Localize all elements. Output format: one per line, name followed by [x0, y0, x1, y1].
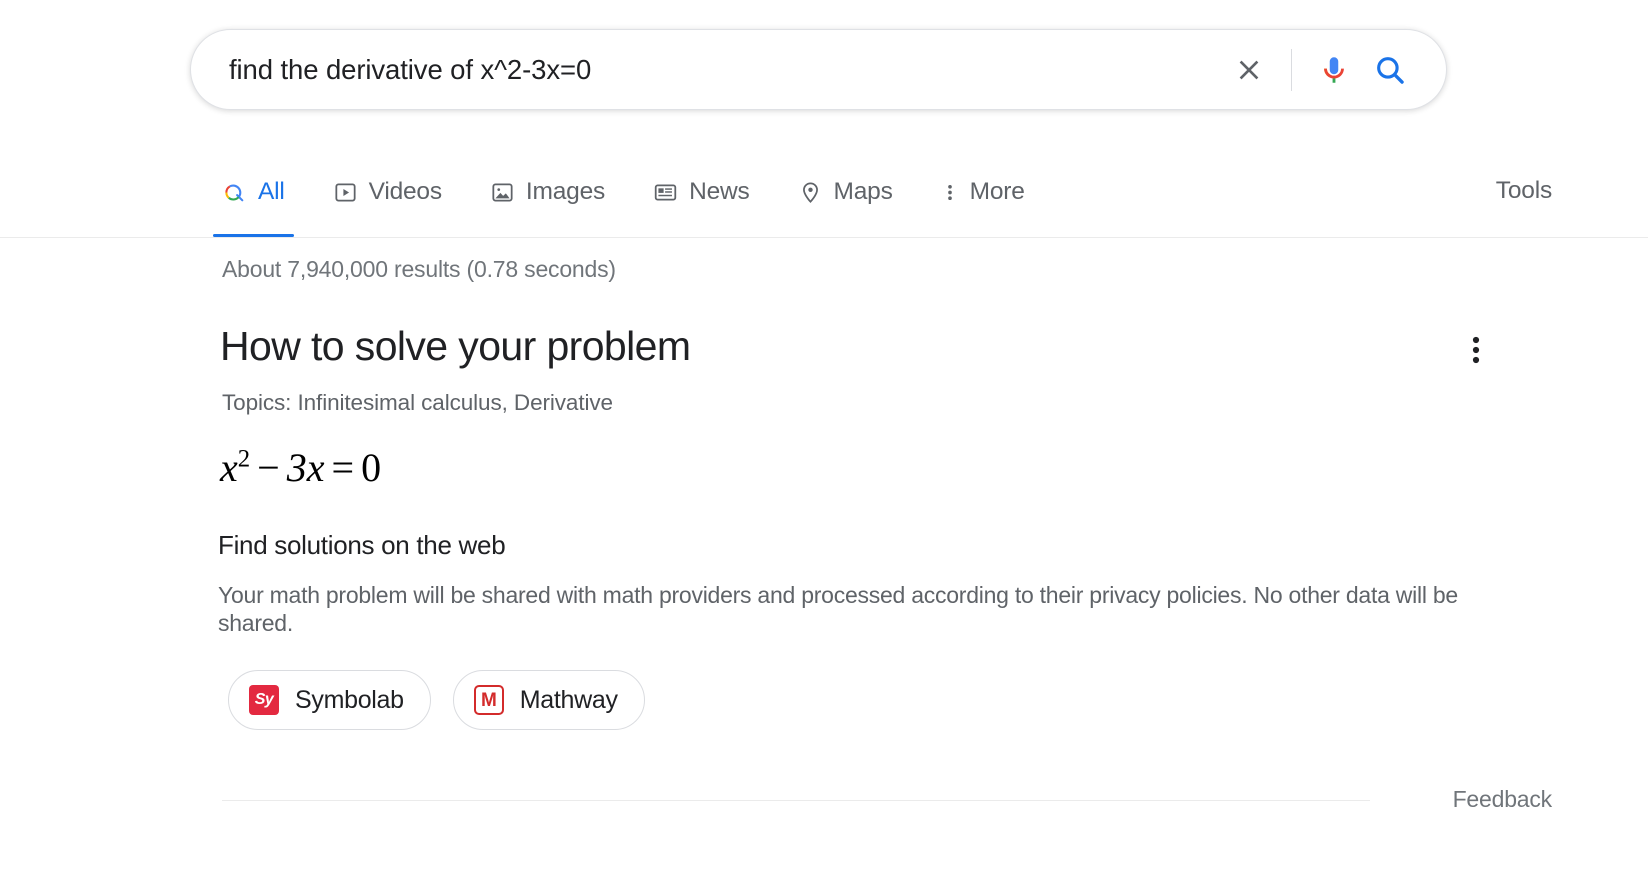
search-bar[interactable]	[190, 29, 1447, 110]
tab-maps-label: Maps	[834, 178, 893, 206]
equation-exponent: 2	[238, 446, 250, 473]
equation-variable: x	[220, 445, 238, 490]
tab-more-label: More	[970, 178, 1025, 206]
map-pin-icon	[798, 180, 823, 205]
mathway-logo-icon: M	[474, 685, 504, 715]
google-search-results-page: All Videos	[0, 0, 1648, 882]
privacy-disclaimer: Your math problem will be shared with ma…	[218, 581, 1466, 637]
provider-chip-mathway[interactable]: M Mathway	[453, 670, 645, 730]
page-title: How to solve your problem	[220, 323, 690, 370]
feedback-link[interactable]: Feedback	[1453, 786, 1552, 813]
card-topics: Topics: Infinitesimal calculus, Derivati…	[222, 390, 613, 416]
tools-button[interactable]: Tools	[1496, 177, 1552, 205]
more-vertical-icon	[1472, 334, 1480, 366]
equation-rhs: 0	[361, 445, 381, 490]
search-bar-container	[190, 29, 1447, 110]
tab-images-label: Images	[526, 178, 605, 206]
footer-divider	[222, 800, 1370, 801]
tab-all[interactable]: All	[222, 160, 285, 224]
video-icon	[333, 180, 358, 205]
search-input[interactable]	[229, 54, 1221, 86]
math-provider-chips: Sy Symbolab M Mathway	[228, 670, 645, 730]
google-search-icon	[222, 180, 247, 205]
math-equation: x2−3x=0	[220, 444, 381, 491]
equation-minus: −	[250, 445, 287, 490]
search-actions	[1221, 42, 1418, 98]
search-submit-button[interactable]	[1362, 42, 1418, 98]
equation-term: 3x	[287, 445, 325, 490]
image-icon	[490, 180, 515, 205]
tab-news-label: News	[689, 178, 749, 206]
search-tabs: All Videos	[222, 160, 1073, 238]
tab-more[interactable]: More	[941, 160, 1025, 224]
tab-videos-label: Videos	[369, 178, 442, 206]
result-stats: About 7,940,000 results (0.78 seconds)	[222, 256, 616, 283]
tab-images[interactable]: Images	[490, 160, 605, 224]
search-tabs-bar: All Videos	[0, 160, 1648, 238]
provider-chip-mathway-label: Mathway	[520, 686, 618, 715]
card-options-button[interactable]	[1456, 330, 1496, 370]
tab-videos[interactable]: Videos	[333, 160, 442, 224]
section-heading: Find solutions on the web	[218, 530, 505, 561]
microphone-icon	[1317, 53, 1351, 87]
tab-all-label: All	[258, 178, 285, 206]
voice-search-button[interactable]	[1306, 42, 1362, 98]
equation-equals: =	[325, 445, 362, 490]
provider-chip-symbolab[interactable]: Sy Symbolab	[228, 670, 431, 730]
provider-chip-symbolab-label: Symbolab	[295, 686, 404, 715]
news-icon	[653, 180, 678, 205]
more-vertical-icon	[941, 180, 959, 205]
search-icon	[1373, 53, 1407, 87]
search-actions-divider	[1291, 49, 1292, 91]
close-icon	[1233, 54, 1265, 86]
symbolab-logo-icon: Sy	[249, 685, 279, 715]
tab-maps[interactable]: Maps	[798, 160, 893, 224]
tab-news[interactable]: News	[653, 160, 749, 224]
clear-search-button[interactable]	[1221, 42, 1277, 98]
